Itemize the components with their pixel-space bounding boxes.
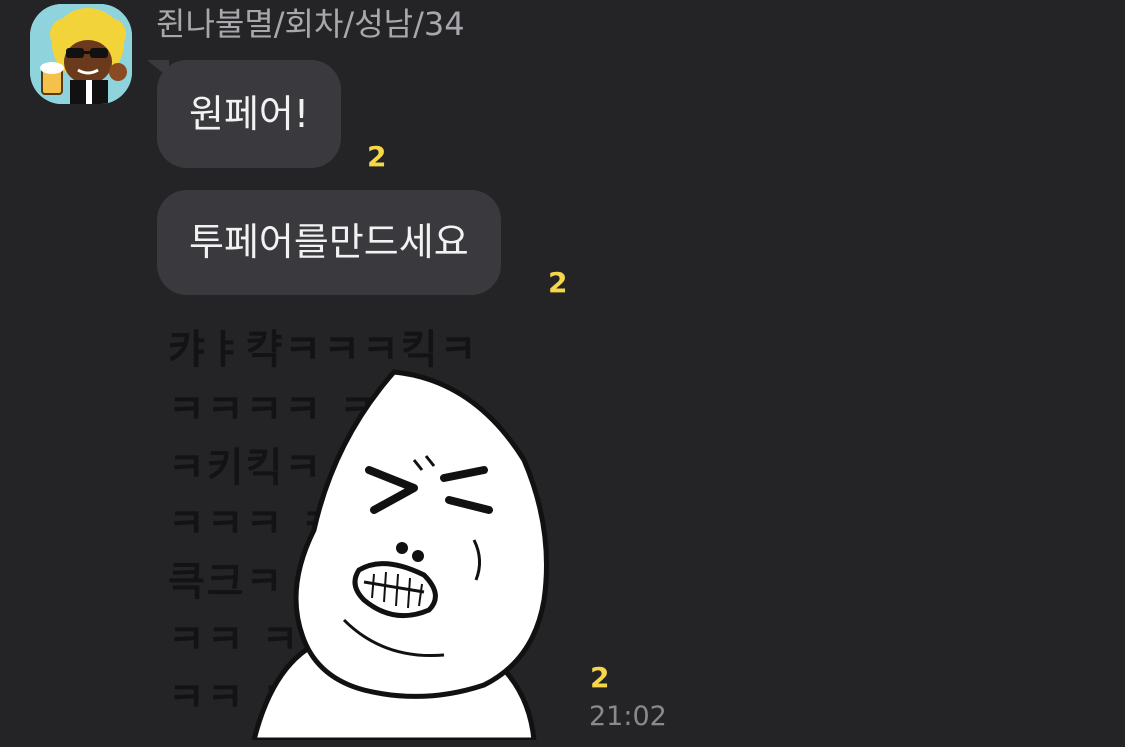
character-avatar-icon bbox=[30, 4, 132, 104]
sender-name[interactable]: 쥔나불멸/회차/성남/34 bbox=[156, 4, 465, 44]
unread-count: 2 bbox=[590, 661, 610, 694]
message-bubble[interactable]: 투페어를만드세요 bbox=[157, 190, 501, 295]
sender-avatar[interactable] bbox=[30, 4, 132, 104]
unread-count: 2 bbox=[367, 140, 387, 173]
message-bubble[interactable]: 원페어! bbox=[157, 60, 342, 168]
message-time: 21:02 bbox=[589, 701, 667, 732]
laughing-face-sticker-icon bbox=[251, 369, 549, 740]
sticker-message[interactable]: 캬ㅑ캭ㅋㅋㅋ킥ㅋ ㅋㅋㅋㅋ ㅋ ㅋ키킥ㅋ ㅋㅋㅋ ㅋ 큭크ㅋ ㅋ ㅋㅋ ㅋ ㅋㅋ… bbox=[160, 320, 570, 740]
chat-view: 쥔나불멸/회차/성남/34 원페어! 2 투페어를만드세요 2 캬ㅑ캭ㅋㅋㅋ킥ㅋ… bbox=[0, 0, 1125, 747]
unread-count: 2 bbox=[548, 266, 568, 299]
